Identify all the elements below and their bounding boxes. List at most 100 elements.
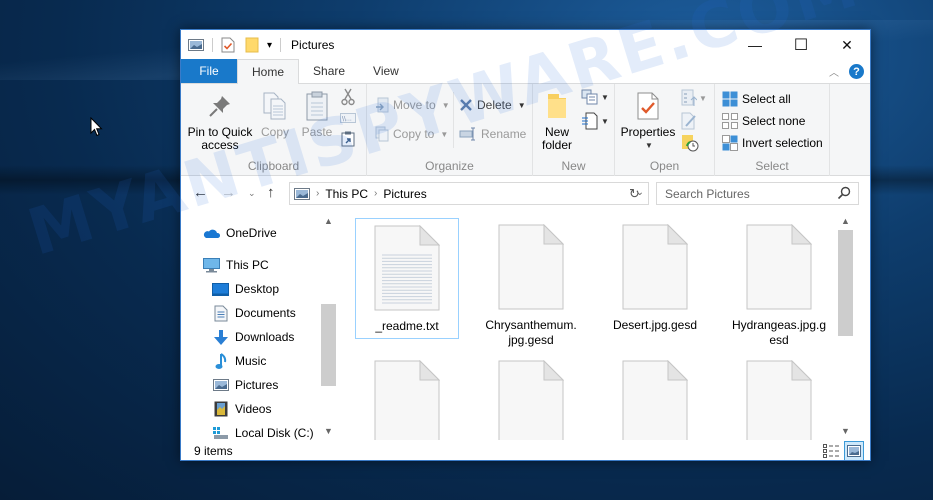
select-all-button[interactable]: Select all	[722, 89, 791, 109]
search-input[interactable]: Search Pictures	[665, 187, 750, 201]
scissors-icon	[341, 88, 355, 106]
easy-access-icon	[582, 112, 598, 130]
scroll-up-icon[interactable]: ▲	[837, 216, 854, 226]
address-bar[interactable]: › This PC › Pictures ⌄	[289, 182, 649, 205]
mouse-cursor-icon	[90, 117, 103, 137]
nav-item-label: This PC	[226, 258, 269, 272]
move-to-label: Move to	[393, 98, 436, 112]
cut-button[interactable]	[341, 88, 355, 109]
history-button[interactable]	[681, 134, 699, 155]
nav-item-label: Local Disk (C:)	[235, 426, 314, 440]
edit-button[interactable]	[681, 112, 697, 133]
navigation-bar: ← → ⌄ ↑ › This PC › Pictures ⌄ ↻ Search …	[181, 176, 870, 210]
nav-item-this-pc[interactable]: This PC	[203, 254, 269, 276]
nav-pane-scroll-thumb[interactable]	[321, 304, 336, 386]
file-name: Hydrangeas.jpg.g	[731, 318, 827, 332]
large-icons-view-button[interactable]	[844, 441, 864, 460]
details-view-button[interactable]	[821, 441, 841, 460]
up-button[interactable]: ↑	[267, 184, 275, 201]
new-folder-quick-icon[interactable]	[245, 37, 259, 53]
scroll-down-icon[interactable]: ▼	[320, 426, 337, 436]
breadcrumb-this-pc[interactable]: This PC	[325, 187, 368, 201]
rename-icon	[459, 127, 475, 141]
search-box[interactable]: Search Pictures	[656, 182, 859, 205]
content-scrollbar[interactable]: ▲ ▼	[837, 212, 854, 440]
tab-share[interactable]: Share	[299, 59, 359, 83]
paste-shortcut-button[interactable]	[341, 131, 355, 150]
new-item-button[interactable]: ▼	[581, 89, 609, 105]
nav-item-label: OneDrive	[226, 226, 277, 240]
nav-item-desktop[interactable]: Desktop	[212, 278, 279, 300]
pin-to-quick-access-button[interactable]: Pin to Quick access	[187, 90, 253, 152]
new-item-icon	[581, 89, 598, 105]
refresh-icon: ↻	[629, 185, 640, 201]
ribbon-tabs: File Home Share View ︿ ?	[181, 59, 870, 84]
select-all-label: Select all	[742, 92, 791, 106]
delete-button[interactable]: Delete ▼	[459, 95, 526, 115]
pictures-icon	[212, 379, 229, 391]
refresh-button[interactable]: ↻	[621, 182, 649, 205]
nav-item-documents[interactable]: Documents	[212, 302, 296, 324]
breadcrumb-pictures[interactable]: Pictures	[383, 187, 426, 201]
content-scroll-thumb[interactable]	[838, 230, 853, 336]
nav-item-music[interactable]: Music	[212, 350, 266, 372]
file-item[interactable]: Desert.jpg.gesd	[603, 218, 707, 337]
file-item[interactable]	[603, 354, 707, 440]
open-icon	[681, 89, 697, 106]
forward-button[interactable]: →	[221, 184, 236, 201]
select-none-button[interactable]: Select none	[722, 111, 805, 131]
nav-item-label: Music	[235, 354, 267, 368]
nav-item-label: Videos	[235, 402, 272, 416]
close-button[interactable]: ✕	[824, 30, 870, 60]
file-item[interactable]: Chrysanthemum. jpg.gesd	[479, 218, 583, 352]
pictures-folder-icon	[188, 39, 204, 51]
tab-view[interactable]: View	[359, 59, 413, 83]
nav-item-onedrive[interactable]: OneDrive	[203, 222, 277, 244]
nav-item-label: Documents	[235, 306, 296, 320]
onedrive-icon	[203, 229, 220, 238]
properties-quick-icon[interactable]	[221, 37, 235, 53]
copy-path-button[interactable]: \\...	[340, 112, 356, 126]
file-item[interactable]	[355, 354, 459, 440]
nav-item-downloads[interactable]: Downloads	[212, 326, 294, 348]
help-icon[interactable]: ?	[849, 64, 864, 79]
nav-item-label: Downloads	[235, 330, 295, 344]
properties-button[interactable]: Properties ▼	[619, 90, 677, 152]
quick-access-toolbar: ▾	[181, 30, 285, 60]
move-to-button[interactable]: Move to ▼	[375, 95, 450, 115]
rename-button[interactable]: Rename	[459, 124, 526, 144]
minimize-ribbon-icon[interactable]: ︿	[829, 64, 839, 79]
file-explorer-window: ▾ Pictures — ☐ ✕ File Home Share View ︿ …	[180, 29, 871, 461]
file-name: Chrysanthemum.	[485, 318, 577, 332]
drive-icon	[213, 427, 228, 439]
blank-file-icon	[622, 223, 689, 310]
scroll-down-icon[interactable]: ▼	[837, 426, 854, 436]
new-folder-button[interactable]: New folder	[537, 90, 577, 152]
nav-pane-scrollbar[interactable]: ▲ ▼	[320, 212, 337, 440]
nav-item-pictures[interactable]: Pictures	[212, 374, 278, 396]
nav-item-videos[interactable]: Videos	[212, 398, 271, 420]
maximize-button[interactable]: ☐	[778, 30, 824, 60]
file-item[interactable]: Hydrangeas.jpg.g esd	[727, 218, 831, 352]
copy-button[interactable]: Copy	[255, 90, 295, 139]
open-button[interactable]: ▼	[681, 89, 707, 107]
file-name-continued: jpg.gesd	[508, 333, 554, 347]
copy-to-button[interactable]: Copy to ▼	[375, 124, 448, 144]
invert-selection-button[interactable]: Invert selection	[722, 133, 823, 153]
easy-access-button[interactable]: ▼	[581, 112, 609, 130]
copy-to-label: Copy to	[393, 127, 435, 141]
properties-label: Properties	[620, 125, 676, 139]
tab-home[interactable]: Home	[237, 59, 300, 84]
back-button[interactable]: ←	[193, 184, 208, 201]
scroll-up-icon[interactable]: ▲	[320, 216, 337, 226]
move-to-dropdown-icon: ▼	[441, 100, 450, 110]
ribbon: Pin to Quick access Copy Paste \\... Cli…	[181, 84, 870, 176]
file-item[interactable]	[479, 354, 583, 440]
file-item[interactable]	[727, 354, 831, 440]
customize-qat-icon[interactable]: ▾	[267, 40, 272, 51]
file-item[interactable]: _readme.txt	[355, 218, 459, 339]
paste-button[interactable]: Paste	[297, 90, 337, 139]
minimize-button[interactable]: —	[732, 30, 778, 60]
tab-file[interactable]: File	[181, 59, 237, 83]
recent-locations-button[interactable]: ⌄	[248, 188, 256, 199]
